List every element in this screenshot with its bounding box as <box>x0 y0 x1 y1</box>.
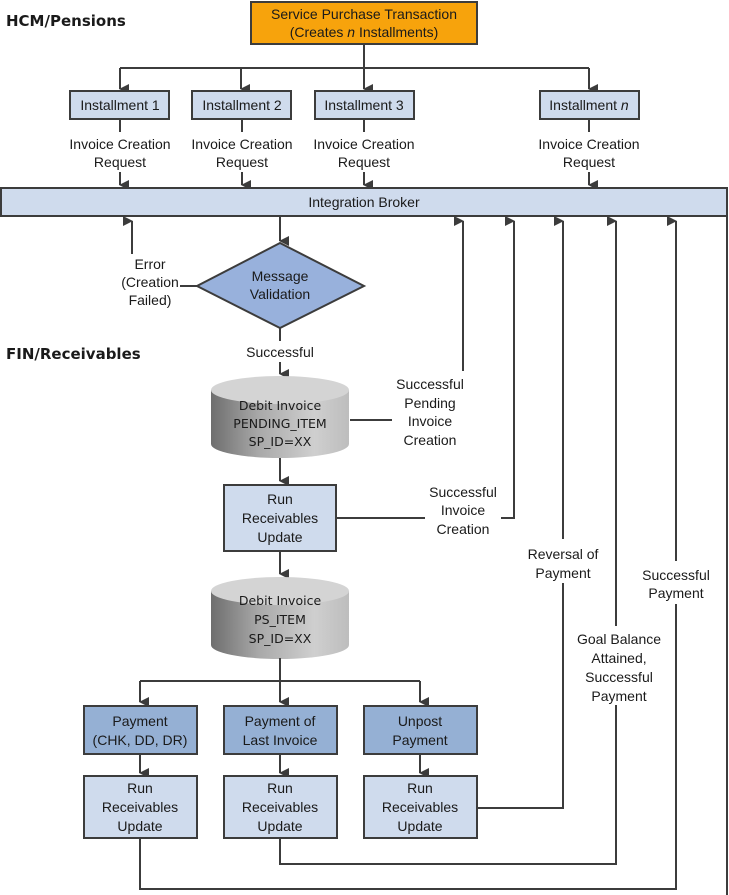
error-label-line3: Failed) <box>129 292 172 308</box>
request-label-line1: Invoice Creation <box>191 136 292 152</box>
validation-label-line1: Message <box>252 268 309 284</box>
integration-broker-label: Integration Broker <box>308 194 420 210</box>
installment-n-node[interactable]: Installment n <box>539 90 640 120</box>
arrow-creation-to-broker <box>501 216 515 519</box>
payment-label-line1: Payment of <box>245 713 316 729</box>
run-update-line3: Update <box>117 818 162 834</box>
run-receivables-update-node[interactable]: Run Receivables Update <box>223 484 337 552</box>
start-label-line1: Service Purchase Transaction <box>271 6 457 22</box>
error-label-line1: Error <box>134 256 165 272</box>
run-update-line2: Receivables <box>242 799 318 815</box>
request-label-line1: Invoice Creation <box>538 136 639 152</box>
run-receivables-update-1-node[interactable]: Run Receivables Update <box>83 775 198 839</box>
message-validation-node[interactable]: Message Validation <box>194 241 367 330</box>
request-label-line1: Invoice Creation <box>313 136 414 152</box>
run-receivables-update-2-node[interactable]: Run Receivables Update <box>223 775 338 839</box>
creation-label-line3: Creation <box>437 521 490 537</box>
service-purchase-transaction-node[interactable]: Service Purchase Transaction (Creates n … <box>250 1 478 45</box>
reversal-label-line1: Reversal of <box>528 546 599 562</box>
pending-label-line1: Successful <box>396 376 464 392</box>
run-update-line3: Update <box>397 818 442 834</box>
run-update-line1: Run <box>127 780 153 796</box>
unpost-payment-node[interactable]: Unpost Payment <box>363 705 478 755</box>
run-update-line2: Receivables <box>102 799 178 815</box>
goal-label-line1: Goal Balance <box>577 631 661 647</box>
goal-label-line3: Successful <box>585 669 653 685</box>
installment-1-label: Installment 1 <box>80 97 160 113</box>
success-payment-label-line2: Payment <box>648 585 703 601</box>
run-update-line2: Receivables <box>242 510 318 526</box>
db-label-line1: Debit Invoice <box>239 593 322 608</box>
request-connector-n: Invoice Creation Request <box>538 119 640 190</box>
integration-broker-node[interactable]: Integration Broker <box>0 187 728 217</box>
run-update-line3: Update <box>257 818 302 834</box>
installment-3-node[interactable]: Installment 3 <box>314 90 415 120</box>
request-connector-2: Invoice Creation Request <box>191 119 293 190</box>
request-connector-1: Invoice Creation Request <box>69 119 171 190</box>
validation-label-line2: Validation <box>250 286 310 302</box>
pending-label-line3: Invoice <box>408 413 453 429</box>
payment-label-line1: Payment <box>112 713 167 729</box>
payment-label-line1: Unpost <box>398 713 442 729</box>
payment-of-last-invoice-node[interactable]: Payment of Last Invoice <box>223 705 338 755</box>
db-label-line3: SP_ID=XX <box>249 434 312 449</box>
installment-n-label: Installment n <box>549 97 629 113</box>
request-connector-3: Invoice Creation Request <box>313 119 415 190</box>
ps-item-database[interactable]: Debit Invoice PS_ITEM SP_ID=XX <box>211 577 349 659</box>
pending-label-line4: Creation <box>404 432 457 448</box>
payment-chk-dd-dr-node[interactable]: Payment (CHK, DD, DR) <box>83 705 198 755</box>
section-title-fin: FIN/Receivables <box>6 345 141 363</box>
section-title-hcm: HCM/Pensions <box>6 12 126 30</box>
successful-label: Successful <box>246 344 314 360</box>
payment-label-line2: Last Invoice <box>243 732 318 748</box>
creation-label-line1: Successful <box>429 484 497 500</box>
db-label-line3: SP_ID=XX <box>249 631 312 646</box>
run-update-line1: Run <box>267 491 293 507</box>
request-label-line2: Request <box>94 154 146 170</box>
run-update-line1: Run <box>267 780 293 796</box>
db-label-line2: PENDING_ITEM <box>233 416 326 431</box>
installment-2-label: Installment 2 <box>202 97 282 113</box>
payment-label-line2: (CHK, DD, DR) <box>93 732 188 748</box>
run-update-line3: Update <box>257 529 302 545</box>
installment-2-node[interactable]: Installment 2 <box>191 90 292 120</box>
request-label-line2: Request <box>338 154 390 170</box>
run-receivables-update-3-node[interactable]: Run Receivables Update <box>363 775 478 839</box>
flow-diagram: HCM/Pensions FIN/Receivables Service Pur… <box>0 1 728 895</box>
payment-label-line2: Payment <box>392 732 447 748</box>
connector-reversal-lower <box>477 583 564 809</box>
installment-3-label: Installment 3 <box>324 97 404 113</box>
pending-label-line2: Pending <box>404 395 455 411</box>
request-label-line2: Request <box>563 154 615 170</box>
run-update-line2: Receivables <box>382 799 458 815</box>
reversal-label-line2: Payment <box>535 565 590 581</box>
run-update-line1: Run <box>407 780 433 796</box>
creation-label-line2: Invoice <box>441 502 486 518</box>
request-label-line1: Invoice Creation <box>69 136 170 152</box>
success-payment-label-line1: Successful <box>642 567 710 583</box>
db-label-line2: PS_ITEM <box>254 612 306 627</box>
goal-label-line4: Payment <box>591 688 646 704</box>
goal-label-line2: Attained, <box>591 650 646 666</box>
request-label-line2: Request <box>216 154 268 170</box>
start-label-line2: (Creates n Installments) <box>290 24 439 40</box>
error-label-line2: (Creation <box>121 274 179 290</box>
installment-1-node[interactable]: Installment 1 <box>69 90 170 120</box>
db-label-line1: Debit Invoice <box>239 398 322 413</box>
pending-item-database[interactable]: Debit Invoice PENDING_ITEM SP_ID=XX <box>211 376 349 458</box>
